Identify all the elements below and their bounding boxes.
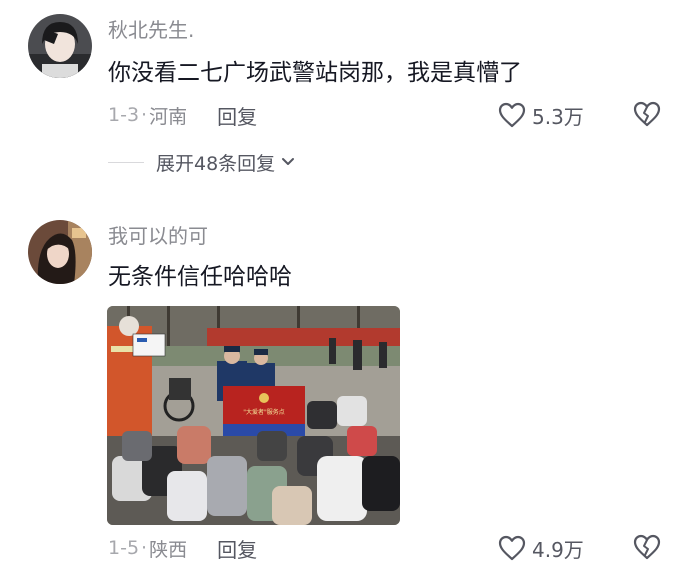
broken-heart-icon <box>633 101 661 127</box>
heart-outline-icon <box>498 535 526 561</box>
dislike-button[interactable] <box>633 534 663 564</box>
meta-separator: · <box>141 104 148 126</box>
reply-button[interactable]: 回复 <box>217 101 257 130</box>
expand-replies-label: 展开48条回复 <box>156 152 276 175</box>
dislike-button[interactable] <box>633 101 663 131</box>
photo-sign-text: "大爱者"服务点 <box>243 408 285 416</box>
meta-separator: · <box>141 537 148 559</box>
avatar-image <box>28 14 92 78</box>
comment-region: 河南 <box>149 105 188 128</box>
avatar[interactable] <box>28 14 92 78</box>
chevron-down-icon <box>282 158 295 165</box>
broken-heart-icon <box>633 534 661 560</box>
comment-meta: 1-3 · 河南 回复 <box>108 101 257 129</box>
comment-text: 无条件信任哈哈哈 <box>108 264 292 290</box>
like-count: 5.3万 <box>532 104 584 129</box>
expand-divider <box>108 161 144 163</box>
heart-outline-icon <box>498 102 526 128</box>
photo-image: "大爱者"服务点 <box>107 306 400 525</box>
comment-date: 1-3 <box>108 104 140 126</box>
comment-meta: 1-5 · 陕西 回复 <box>108 534 257 562</box>
comment-username[interactable]: 我可以的可 <box>108 224 208 248</box>
comment-date: 1-5 <box>108 537 140 559</box>
like-count: 4.9万 <box>532 537 584 562</box>
comment-region: 陕西 <box>149 538 188 561</box>
reply-button[interactable]: 回复 <box>217 534 257 563</box>
avatar[interactable] <box>28 220 92 284</box>
expand-replies-button[interactable]: 展开48条回复 <box>108 148 295 176</box>
comment-photo[interactable]: "大爱者"服务点 <box>107 306 400 525</box>
like-button[interactable]: 5.3万 <box>498 100 584 130</box>
avatar-image <box>28 220 92 284</box>
comment-item: 秋北先生. 你没看二七广场武警站岗那，我是真懵了 1-3 · 河南 回复 5.3… <box>0 0 690 200</box>
comment-text: 你没看二七广场武警站岗那，我是真懵了 <box>108 60 522 86</box>
comment-item: 我可以的可 无条件信任哈哈哈 "大爱者"服务点 1-5 · 陕西 回复 4.9万 <box>0 200 690 570</box>
like-button[interactable]: 4.9万 <box>498 533 584 563</box>
comment-username[interactable]: 秋北先生. <box>108 18 194 42</box>
